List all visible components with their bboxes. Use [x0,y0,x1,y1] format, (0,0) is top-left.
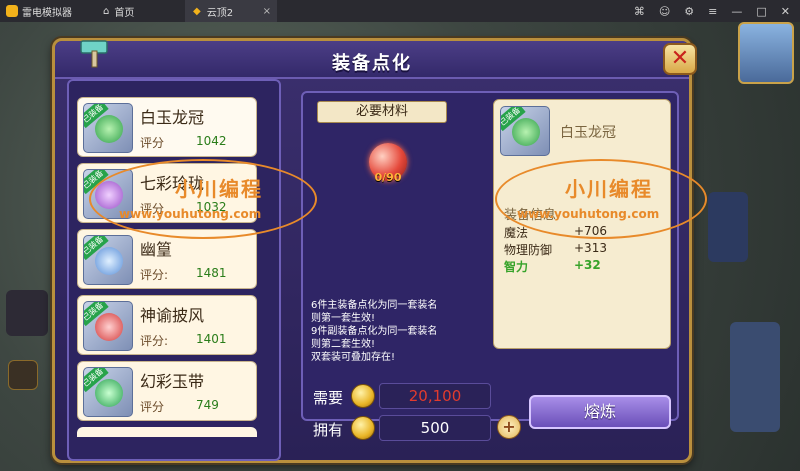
minimize-icon[interactable]: — [731,5,742,18]
desc-line: 则第一套生效! [311,313,376,324]
left-chat-icon[interactable] [8,360,38,390]
score-label: 评分 [140,136,165,150]
close-icon: ✕ [670,46,690,71]
desc-line: 双套装可叠加存在! [311,352,396,363]
window-close-icon[interactable]: ✕ [781,5,790,18]
window-controls: ⌘ ☺ ⚙ ≡ — □ ✕ [634,5,800,18]
watermark-url-left: www.youhutong.com [119,207,262,221]
score-label: 评分: [140,334,169,348]
refine-description: 6件主装备点化为同一套装名 则第一套生效! 9件副装备点化为同一套装名 则第二套… [311,299,491,364]
equipment-item-partial[interactable] [77,427,257,437]
emulator-logo-icon [6,5,18,17]
equipment-thumb: 已装备 [83,367,133,417]
material-slot[interactable]: 0/90 [363,137,413,187]
attr-row-phys-def: 物理防御 +313 [504,241,607,258]
blue-flower-icon [95,247,123,275]
maximize-icon[interactable]: □ [756,5,766,18]
preview-name: 白玉龙冠 [560,125,616,141]
menu-icon[interactable]: ≡ [708,5,717,18]
attr-value: +313 [574,241,607,255]
gamepad-icon[interactable]: ⌘ [634,5,645,18]
have-label: 拥有 [313,421,344,439]
left-npc-avatar [6,290,48,336]
user-icon[interactable]: ☺ [659,5,670,18]
attr-name: 魔法 [504,226,529,240]
red-cape-icon [95,313,123,341]
tab-game-label: 云顶2 [206,7,234,19]
watermark-text-right: 小川编程 [565,177,653,201]
attr-name: 物理防御 [504,243,553,257]
equipment-thumb: 已装备 [83,235,133,285]
add-currency-button[interactable]: + [497,415,521,439]
preview-thumb: 已装备 [500,106,550,156]
equipment-refine-panel: 装备点化 ✕ 已装备 白玉龙冠 评分 1042 已装备 七彩玲珑 评分 1032… [52,38,707,463]
hammer-icon [80,40,108,68]
attr-value: +32 [574,258,601,272]
material-count: 0/90 [374,171,402,184]
tab-close-icon[interactable]: × [263,6,271,17]
green-crown-icon [512,118,540,146]
equipment-name: 幻彩玉带 [140,372,205,391]
emulator-app: 雷电模拟器 [0,4,95,19]
equipment-item-4[interactable]: 已装备 幻彩玉带 评分 749 [77,361,257,421]
right-portrait-avatar[interactable] [738,22,794,84]
score-value: 1042 [196,134,227,148]
panel-header: 装备点化 [55,41,689,79]
score-label: 评分 [140,400,165,414]
coin-icon [351,416,375,440]
desc-line: 则第二套生效! [311,339,376,350]
equipment-name: 神谕披风 [140,306,205,325]
close-button[interactable]: ✕ [663,43,697,75]
need-label: 需要 [313,389,344,407]
equipment-item-0[interactable]: 已装备 白玉龙冠 评分 1042 [77,97,257,157]
equipment-name: 白玉龙冠 [140,108,205,127]
forge-button[interactable]: 熔炼 [529,395,671,429]
settings-icon[interactable]: ⚙ [684,5,694,18]
right-npc-figure [708,192,748,262]
materials-label: 必要材料 [317,101,447,123]
tab-home-label: 首页 [114,7,135,19]
equipment-item-2[interactable]: 已装备 幽篁 评分: 1481 [77,229,257,289]
panel-title: 装备点化 [332,53,412,74]
score-label: 评分: [140,268,169,282]
equipment-thumb: 已装备 [83,301,133,351]
attr-row-intellect: 智力 +32 [504,258,601,275]
desc-line: 6件主装备点化为同一套装名 [311,300,438,311]
coin-icon [351,384,375,408]
green-belt-icon [95,379,123,407]
score-value: 1481 [196,266,227,280]
home-icon: ⌂ [103,5,110,17]
attr-name: 智力 [504,260,529,274]
green-crown-icon [95,115,123,143]
tab-game[interactable]: ◆ 云顶2 × [185,0,277,22]
emulator-titlebar: 雷电模拟器 ⌂ 首页 ◆ 云顶2 × ⌘ ☺ ⚙ ≡ — □ ✕ [0,0,800,22]
equipment-thumb: 已装备 [83,103,133,153]
have-value: 500 [379,415,491,441]
score-value: 749 [196,398,219,412]
equipment-name: 幽篁 [140,240,173,259]
watermark-url-right: www.youhutong.com [517,207,660,221]
desc-line: 9件副装备点化为同一套装名 [311,326,438,337]
game-tab-icon: ◆ [193,5,201,17]
need-value: 20,100 [379,383,491,409]
watermark-text-left: 小川编程 [175,177,263,201]
app-name: 雷电模拟器 [22,7,72,19]
tab-home[interactable]: ⌂ 首页 [95,4,185,19]
score-value: 1401 [196,332,227,346]
right-npc-figure-2 [730,322,780,432]
equipment-item-3[interactable]: 已装备 神谕披风 评分: 1401 [77,295,257,355]
